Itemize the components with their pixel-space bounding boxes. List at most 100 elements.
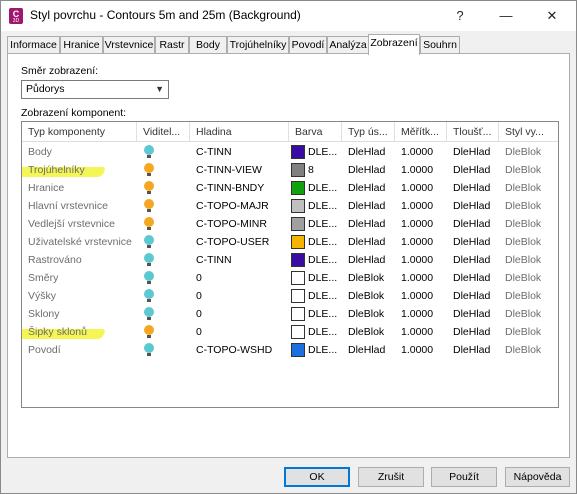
component-type-cell[interactable]: Body — [22, 143, 137, 161]
header-linetype[interactable]: Typ ús... — [342, 122, 395, 142]
layer-cell[interactable]: C-TOPO-USER — [190, 233, 289, 251]
component-type-cell[interactable]: Sklony — [22, 305, 137, 323]
lt-scale-cell[interactable]: 1.0000 — [395, 161, 447, 179]
component-type-cell[interactable]: Směry — [22, 269, 137, 287]
visibility-cell[interactable] — [137, 251, 190, 269]
visibility-cell[interactable] — [137, 197, 190, 215]
color-swatch[interactable] — [291, 235, 305, 249]
plot-style-cell[interactable]: DleBlok — [499, 161, 558, 179]
lightbulb-on-icon[interactable] — [144, 163, 154, 177]
color-cell[interactable]: DLE... — [289, 233, 342, 251]
layer-cell[interactable]: C-TOPO-MAJR — [190, 197, 289, 215]
linetype-cell[interactable]: DleHlad — [342, 251, 395, 269]
component-type-cell[interactable]: Výšky — [22, 287, 137, 305]
lt-scale-cell[interactable]: 1.0000 — [395, 287, 447, 305]
lightbulb-off-icon[interactable] — [144, 145, 154, 159]
table-row[interactable]: Vedlejší vrstevnice C-TOPO-MINR DLE... DleH… — [22, 215, 558, 233]
visibility-cell[interactable] — [137, 179, 190, 197]
lineweight-cell[interactable]: DleHlad — [447, 251, 499, 269]
table-row[interactable]: Směry 0 DLE... DleBlok 1.0000 DleHlad DleBlok — [22, 269, 558, 287]
visibility-cell[interactable] — [137, 287, 190, 305]
lt-scale-cell[interactable]: 1.0000 — [395, 215, 447, 233]
table-row[interactable]: Body C-TINN DLE... DleHlad 1.0000 DleHlad DleB… — [22, 143, 558, 161]
color-cell[interactable]: DLE... — [289, 215, 342, 233]
lightbulb-off-icon[interactable] — [144, 289, 154, 303]
component-type-cell[interactable]: Povodí — [22, 341, 137, 359]
component-type-cell[interactable]: Šipky sklonů — [22, 323, 137, 341]
help-button[interactable]: Nápověda — [505, 467, 570, 487]
lt-scale-cell[interactable]: 1.0000 — [395, 143, 447, 161]
layer-cell[interactable]: C-TINN-BNDY — [190, 179, 289, 197]
table-row[interactable]: Výšky 0 DLE... DleBlok 1.0000 DleHlad DleBlok — [22, 287, 558, 305]
lineweight-cell[interactable]: DleHlad — [447, 161, 499, 179]
plot-style-cell[interactable]: DleBlok — [499, 251, 558, 269]
tab-povodi[interactable]: Povodí — [289, 36, 327, 54]
tab-hranice[interactable]: Hranice — [60, 36, 103, 54]
table-row[interactable]: Hlavní vrstevnice C-TOPO-MAJR DLE... DleHla… — [22, 197, 558, 215]
color-cell[interactable]: DLE... — [289, 341, 342, 359]
linetype-cell[interactable]: DleHlad — [342, 215, 395, 233]
color-swatch[interactable] — [291, 289, 305, 303]
table-row[interactable]: Hranice C-TINN-BNDY DLE... DleHlad 1.0000 Dle… — [22, 179, 558, 197]
lineweight-cell[interactable]: DleHlad — [447, 215, 499, 233]
color-swatch[interactable] — [291, 217, 305, 231]
color-cell[interactable]: DLE... — [289, 305, 342, 323]
layer-cell[interactable]: C-TOPO-MINR — [190, 215, 289, 233]
color-cell[interactable]: DLE... — [289, 323, 342, 341]
color-swatch[interactable] — [291, 181, 305, 195]
linetype-cell[interactable]: DleHlad — [342, 143, 395, 161]
header-layer[interactable]: Hladina — [190, 122, 289, 142]
lightbulb-off-icon[interactable] — [144, 307, 154, 321]
header-color[interactable]: Barva — [289, 122, 342, 142]
apply-button[interactable]: Použít — [431, 467, 497, 487]
color-swatch[interactable] — [291, 199, 305, 213]
tab-body[interactable]: Body — [189, 36, 227, 54]
lightbulb-on-icon[interactable] — [144, 217, 154, 231]
linetype-cell[interactable]: DleBlok — [342, 287, 395, 305]
color-swatch[interactable] — [291, 253, 305, 267]
linetype-cell[interactable]: DleHlad — [342, 341, 395, 359]
linetype-cell[interactable]: DleHlad — [342, 233, 395, 251]
lt-scale-cell[interactable]: 1.0000 — [395, 341, 447, 359]
table-row[interactable]: Rastrováno C-TINN DLE... DleHlad 1.0000 DleHl… — [22, 251, 558, 269]
table-row[interactable]: Sklony 0 DLE... DleBlok 1.0000 DleHlad DleBlok — [22, 305, 558, 323]
linetype-cell[interactable]: DleBlok — [342, 305, 395, 323]
lt-scale-cell[interactable]: 1.0000 — [395, 251, 447, 269]
cancel-button[interactable]: Zrušit — [358, 467, 424, 487]
color-cell[interactable]: DLE... — [289, 143, 342, 161]
tab-analyza[interactable]: Analýza — [327, 36, 369, 54]
tab-trojuhelniky[interactable]: Trojúhelníky — [227, 36, 289, 54]
lightbulb-off-icon[interactable] — [144, 235, 154, 249]
lineweight-cell[interactable]: DleHlad — [447, 197, 499, 215]
linetype-cell[interactable]: DleBlok — [342, 269, 395, 287]
visibility-cell[interactable] — [137, 269, 190, 287]
color-cell[interactable]: DLE... — [289, 269, 342, 287]
lt-scale-cell[interactable]: 1.0000 — [395, 179, 447, 197]
visibility-cell[interactable] — [137, 143, 190, 161]
layer-cell[interactable]: 0 — [190, 305, 289, 323]
table-row[interactable]: Povodí C-TOPO-WSHD DLE... DleHlad 1.0000 DleH… — [22, 341, 558, 359]
plot-style-cell[interactable]: DleBlok — [499, 143, 558, 161]
header-lineweight[interactable]: Tloušť... — [447, 122, 499, 142]
color-swatch[interactable] — [291, 343, 305, 357]
help-icon[interactable]: ? — [437, 1, 483, 31]
header-visibility[interactable]: Viditel... — [137, 122, 190, 142]
tab-zobrazeni[interactable]: Zobrazení — [368, 34, 420, 55]
lightbulb-off-icon[interactable] — [144, 271, 154, 285]
visibility-cell[interactable] — [137, 323, 190, 341]
layer-cell[interactable]: C-TINN — [190, 251, 289, 269]
color-cell[interactable]: DLE... — [289, 287, 342, 305]
tab-souhrn[interactable]: Souhrn — [420, 36, 460, 54]
lt-scale-cell[interactable]: 1.0000 — [395, 233, 447, 251]
plot-style-cell[interactable]: DleBlok — [499, 233, 558, 251]
color-swatch[interactable] — [291, 325, 305, 339]
table-row[interactable]: Trojúhelníky C-TINN-VIEW 8 DleHlad 1.0000 Dle… — [22, 161, 558, 179]
lt-scale-cell[interactable]: 1.0000 — [395, 323, 447, 341]
color-swatch[interactable] — [291, 271, 305, 285]
color-swatch[interactable] — [291, 307, 305, 321]
plot-style-cell[interactable]: DleBlok — [499, 197, 558, 215]
lineweight-cell[interactable]: DleHlad — [447, 179, 499, 197]
tab-informace[interactable]: Informace — [7, 36, 60, 54]
component-type-cell[interactable]: Vedlejší vrstevnice — [22, 215, 137, 233]
layer-cell[interactable]: C-TOPO-WSHD — [190, 341, 289, 359]
